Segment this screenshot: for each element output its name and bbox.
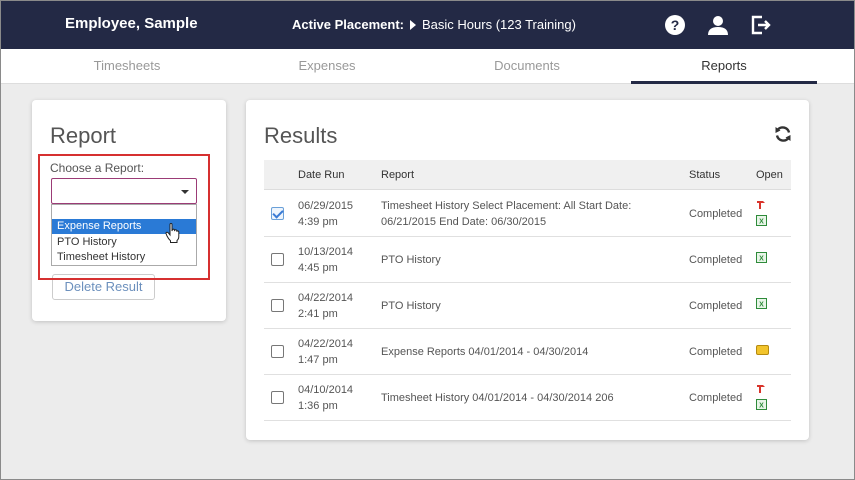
row-time: 2:41 pm (298, 308, 338, 320)
row-date: 10/13/2014 (298, 246, 354, 258)
table-row[interactable]: 04/22/2014 1:47 pm Expense Reports 04/01… (264, 329, 791, 375)
results-title: Results (264, 123, 338, 148)
tab-expenses[interactable]: Expenses (234, 49, 420, 84)
placement-label: Active Placement: (292, 17, 404, 32)
svg-text:X: X (759, 219, 764, 226)
svg-text:X: X (759, 403, 764, 410)
active-placement[interactable]: Active Placement: Basic Hours (123 Train… (292, 17, 576, 32)
tab-reports[interactable]: Reports (631, 49, 817, 84)
col-status[interactable]: Status (689, 169, 720, 181)
svg-text:?: ? (671, 17, 680, 33)
option-timesheet-history[interactable]: Timesheet History (52, 250, 196, 265)
row-checkbox[interactable] (271, 253, 284, 266)
row-report-name: Timesheet History 04/01/2014 - 04/30/201… (381, 392, 614, 404)
help-icon[interactable]: ? (664, 14, 686, 36)
caret-right-icon (410, 19, 416, 30)
table-header: Date Run Report Status Open (264, 160, 791, 190)
report-panel-title: Report (50, 123, 117, 148)
table-row[interactable]: 04/22/2014 2:41 pm PTO History Completed… (264, 283, 791, 329)
row-report-name: PTO History (381, 300, 441, 312)
top-bar: Employee, Sample Active Placement: Basic… (0, 0, 855, 49)
folder-icon[interactable] (756, 344, 769, 355)
report-select[interactable] (51, 178, 197, 204)
table-row[interactable]: 04/10/2014 1:36 pm Timesheet History 04/… (264, 375, 791, 421)
tab-bar: Timesheets Expenses Documents Reports (0, 49, 855, 84)
choose-report-label: Choose a Report: (50, 161, 145, 175)
row-checkbox[interactable] (271, 207, 284, 220)
row-time: 4:39 pm (298, 216, 338, 228)
col-report[interactable]: Report (381, 169, 414, 181)
row-date: 04/10/2014 (298, 384, 354, 396)
pdf-icon[interactable] (756, 383, 767, 394)
excel-icon[interactable]: X (756, 399, 767, 410)
excel-icon[interactable]: X (756, 298, 767, 309)
row-status: Completed (689, 346, 743, 358)
row-report-name: Timesheet History Select Placement: All … (381, 200, 632, 212)
user-name: Employee, Sample (65, 15, 198, 32)
row-checkbox[interactable] (271, 299, 284, 312)
hand-cursor-icon (165, 223, 180, 243)
row-report-name: Expense Reports 04/01/2014 - 04/30/2014 (381, 346, 589, 358)
col-open[interactable]: Open (756, 169, 783, 181)
pdf-icon[interactable] (756, 199, 767, 210)
row-status: Completed (689, 208, 743, 220)
table-row[interactable]: 10/13/2014 4:45 pm PTO History Completed… (264, 237, 791, 283)
svg-text:X: X (759, 302, 764, 309)
logout-icon[interactable] (750, 14, 772, 36)
row-date: 06/29/2015 (298, 200, 354, 212)
user-icon[interactable] (707, 14, 729, 36)
svg-text:X: X (759, 256, 764, 263)
chevron-down-icon (181, 190, 189, 194)
row-date: 04/22/2014 (298, 338, 354, 350)
row-status: Completed (689, 392, 743, 404)
row-checkbox[interactable] (271, 391, 284, 404)
row-status: Completed (689, 254, 743, 266)
row-report-name: PTO History (381, 254, 441, 266)
row-report-name-cont: 06/21/2015 End Date: 06/30/2015 (381, 216, 547, 228)
row-date: 04/22/2014 (298, 292, 354, 304)
placement-value: Basic Hours (123 Training) (422, 17, 576, 32)
row-checkbox[interactable] (271, 345, 284, 358)
refresh-icon[interactable] (774, 125, 792, 143)
col-date-run[interactable]: Date Run (298, 169, 344, 181)
tab-documents[interactable]: Documents (434, 49, 620, 84)
row-time: 4:45 pm (298, 262, 338, 274)
tab-timesheets[interactable]: Timesheets (34, 49, 220, 84)
excel-icon[interactable]: X (756, 252, 767, 263)
row-time: 1:36 pm (298, 400, 338, 412)
row-status: Completed (689, 300, 743, 312)
row-time: 1:47 pm (298, 354, 338, 366)
excel-icon[interactable]: X (756, 215, 767, 226)
table-row[interactable]: 06/29/2015 4:39 pm Timesheet History Sel… (264, 191, 791, 237)
delete-result-button[interactable]: Delete Result (52, 274, 155, 300)
